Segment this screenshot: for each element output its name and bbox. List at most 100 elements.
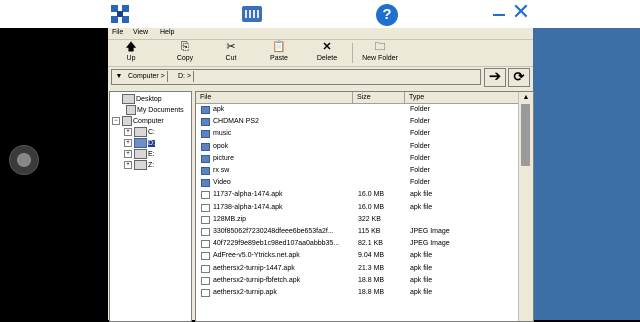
file-icon <box>201 191 210 200</box>
tree-drive-z-label: Z: <box>148 162 155 169</box>
toolbar-separator <box>352 43 353 63</box>
file-row[interactable]: AdFree-v5.0-Ytricks.net.apk 9.04 MB apk fi… <box>196 250 518 262</box>
file-type: Folder <box>410 179 430 187</box>
up-button[interactable]: 🡅 Up <box>118 41 144 65</box>
file-row[interactable]: 128MB.zip 322 KB <box>196 214 518 226</box>
column-file[interactable]: File <box>196 92 353 103</box>
column-size[interactable]: Size <box>353 92 405 103</box>
expand-icon[interactable]: + <box>124 161 132 170</box>
file-size: 115 KB <box>358 228 381 235</box>
scroll-thumb[interactable] <box>521 104 530 166</box>
folder-row[interactable]: picture Folder <box>196 153 518 165</box>
file-type: Folder <box>410 118 430 126</box>
expand-icon[interactable]: + <box>124 128 132 137</box>
breadcrumb-drive-d[interactable]: D: > <box>176 71 195 82</box>
go-arrow-icon[interactable]: ➔ <box>484 68 506 87</box>
menu-bar: File View Help <box>108 28 533 38</box>
file-name: 11737-alpha-1474.apk <box>213 191 283 199</box>
expand-icon[interactable]: + <box>124 139 132 148</box>
vertical-scrollbar[interactable]: ▲ <box>518 92 533 321</box>
file-type: Folder <box>410 130 430 138</box>
up-arrow-icon: 🡅 <box>125 41 137 53</box>
copy-icon: ⎘ <box>180 41 190 53</box>
folder-row[interactable]: music Folder <box>196 128 518 140</box>
file-name: music <box>213 130 232 138</box>
tree-desktop[interactable]: Desktop <box>122 94 162 105</box>
tree-drive-e-label: E: <box>148 151 155 158</box>
column-header-row: File Size Type <box>196 92 518 104</box>
file-row[interactable]: 11738-alpha-1474.apk 16.0 MB apk file <box>196 202 518 214</box>
menu-help[interactable]: Help <box>160 28 174 38</box>
keyboard-icon[interactable] <box>242 6 262 22</box>
scroll-up-icon[interactable]: ▲ <box>519 92 533 104</box>
help-icon[interactable]: ? <box>376 4 398 26</box>
drive-icon <box>134 138 147 149</box>
tree-drive-e[interactable]: + E: <box>124 149 155 160</box>
file-name: aethersx2-turnip-fbfetch.apk <box>213 276 301 284</box>
toolbar: 🡅 Up ⎘ Copy ✂ Cut 📋 Paste ✕ Delete 🗀 New… <box>108 39 533 67</box>
drive-icon <box>134 160 147 171</box>
folder-row[interactable]: apk Folder <box>196 104 518 116</box>
menu-file[interactable]: File <box>112 28 123 38</box>
collapse-icon[interactable]: − <box>112 117 120 126</box>
file-name: picture <box>213 154 235 162</box>
folder-icon <box>201 118 210 127</box>
file-name: 11738-alpha-1474.apk <box>213 203 283 211</box>
delete-button[interactable]: ✕ Delete <box>312 41 342 65</box>
menu-view[interactable]: View <box>133 28 148 38</box>
folder-icon <box>201 154 210 163</box>
file-type: apk file <box>410 252 433 260</box>
folder-row[interactable]: CHDMAN PS2 Folder <box>196 116 518 128</box>
expand-icon[interactable]: + <box>124 150 132 159</box>
documents-icon <box>126 105 136 116</box>
file-icon <box>201 276 210 285</box>
file-row[interactable]: 40f7229f9e89eb1c98ed107aa0abbb35... 82.1 … <box>196 238 518 250</box>
file-name: aethersx2-turnip-1447.apk <box>213 264 295 272</box>
copy-button[interactable]: ⎘ Copy <box>172 41 198 65</box>
path-box[interactable]: ▼ Computer > D: > <box>111 69 481 85</box>
app-icon[interactable] <box>110 4 130 24</box>
file-name: CHDMAN PS2 <box>213 118 259 126</box>
folder-row[interactable]: opok Folder <box>196 141 518 153</box>
file-row[interactable]: aethersx2-turnip-1447.apk 21.3 MB apk file <box>196 263 518 275</box>
breadcrumb-computer[interactable]: Computer > <box>126 71 168 82</box>
new-folder-icon: 🗀 <box>374 41 386 53</box>
minimize-icon[interactable] <box>493 14 505 16</box>
folder-row[interactable]: rx sw Folder <box>196 165 518 177</box>
tree-my-documents[interactable]: My Documents <box>126 105 184 116</box>
tree-drive-d[interactable]: + D: <box>124 138 155 149</box>
column-type[interactable]: Type <box>405 92 518 103</box>
folder-row[interactable]: Video Folder <box>196 177 518 189</box>
new-folder-button[interactable]: 🗀 New Folder <box>356 41 404 65</box>
file-name: opok <box>213 142 229 150</box>
paste-label: Paste <box>270 55 288 62</box>
file-type: Folder <box>410 106 430 113</box>
file-row[interactable]: aethersx2-turnip.apk 18.8 MB apk file <box>196 287 518 299</box>
file-icon <box>201 264 210 273</box>
file-row[interactable]: 330f85062f7230248dfeee6be653fa2f... 115 K… <box>196 226 518 238</box>
tree-drive-c[interactable]: + C: <box>124 127 155 138</box>
file-icon <box>201 240 210 249</box>
copy-label: Copy <box>176 55 194 62</box>
file-type: JPEG Image <box>410 240 450 248</box>
up-label: Up <box>126 55 136 62</box>
tree-computer[interactable]: − Computer <box>112 116 164 127</box>
file-size: 21.3 MB <box>358 264 385 272</box>
folder-tree: Desktop My Documents − Computer + C: + D: +… <box>109 91 192 322</box>
dropdown-arrow-icon[interactable]: ▼ <box>114 72 124 82</box>
file-size: 9.04 MB <box>358 252 385 260</box>
cut-button[interactable]: ✂ Cut <box>218 41 244 65</box>
refresh-icon[interactable]: ⟳ <box>508 68 530 87</box>
file-type: apk file <box>410 191 433 199</box>
file-row[interactable]: aethersx2-turnip-fbfetch.apk 18.8 MB apk f… <box>196 275 518 287</box>
desktop-icon <box>122 94 135 105</box>
paste-button[interactable]: 📋 Paste <box>264 41 294 65</box>
new-folder-label: New Folder <box>362 55 398 62</box>
cut-label: Cut <box>225 55 237 62</box>
drive-icon <box>134 149 147 160</box>
tree-drive-z[interactable]: + Z: <box>124 160 154 171</box>
file-row[interactable]: 11737-alpha-1474.apk 16.0 MB apk file <box>196 189 518 201</box>
right-top-white-strip <box>533 0 640 28</box>
close-icon[interactable]: ✕ <box>510 1 532 24</box>
floating-nav-button[interactable] <box>9 145 39 175</box>
